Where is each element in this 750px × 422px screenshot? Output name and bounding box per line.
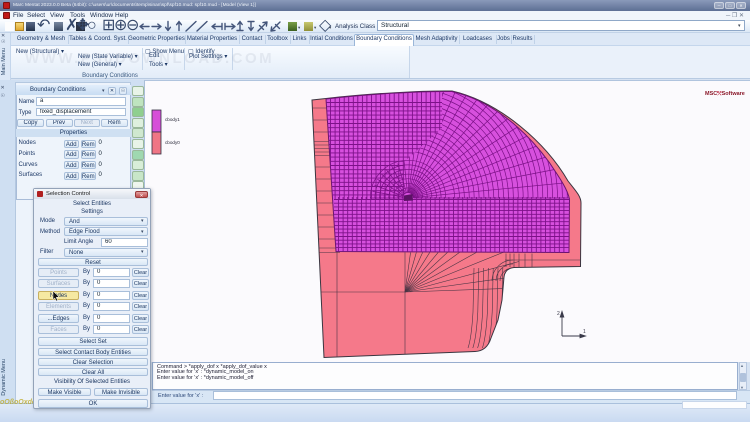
svg-text:cbody0: cbody0 xyxy=(165,140,180,145)
svg-text:1: 1 xyxy=(583,329,586,335)
svg-text:cbody1: cbody1 xyxy=(165,117,180,122)
svg-text:2: 2 xyxy=(557,311,560,317)
